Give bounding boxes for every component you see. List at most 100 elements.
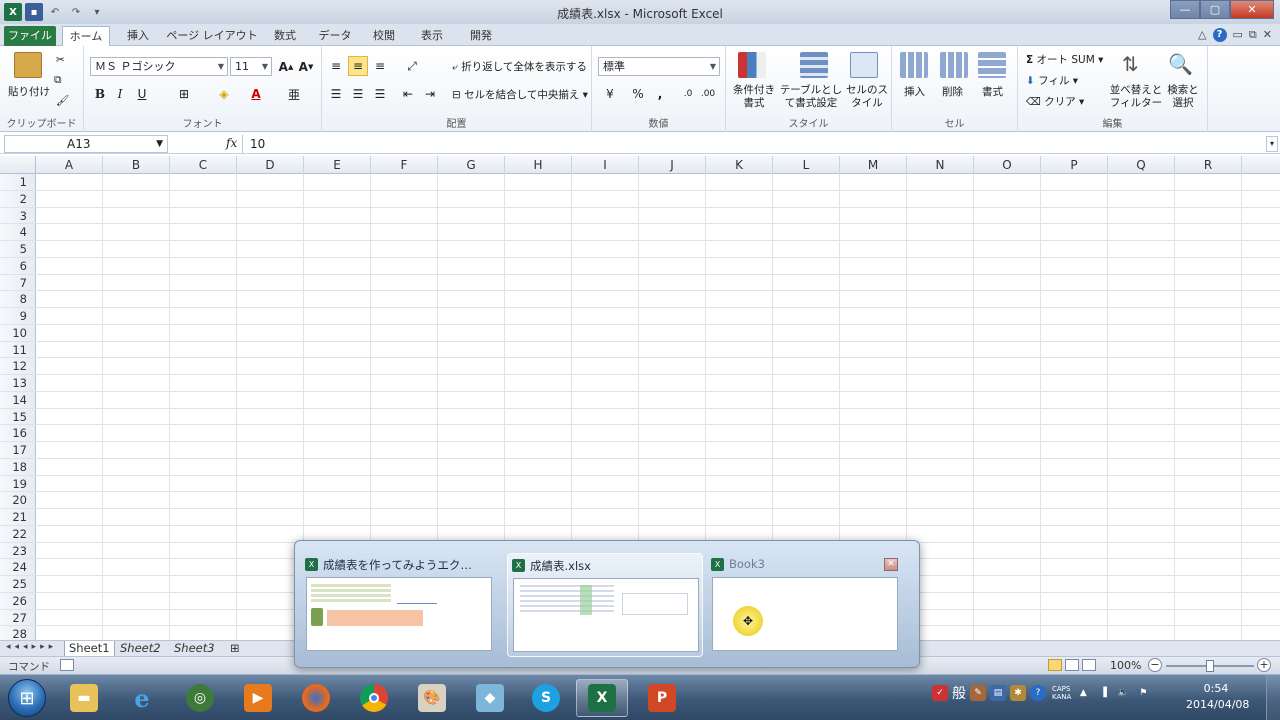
row-header[interactable]: 23: [0, 542, 36, 559]
taskbar-media-player[interactable]: ▶: [232, 679, 284, 717]
show-desktop-button[interactable]: [1266, 675, 1280, 720]
clear-button[interactable]: ⌫ クリア ▾: [1026, 94, 1084, 109]
table-row[interactable]: 1: [0, 174, 1280, 191]
wrap-text-button[interactable]: ⤶ 折り返して全体を表示する: [452, 59, 587, 74]
conditional-format-button[interactable]: 条件付き書式: [732, 84, 776, 110]
fill-button[interactable]: ⬇ フィル ▾: [1026, 73, 1078, 88]
column-header[interactable]: E: [304, 156, 371, 174]
align-middle-icon[interactable]: ≡: [348, 56, 368, 76]
thumbnail-window-2[interactable]: X 成績表.xlsx: [507, 553, 703, 657]
table-row[interactable]: 12: [0, 358, 1280, 375]
table-row[interactable]: 14: [0, 391, 1280, 409]
zoom-out-icon[interactable]: −: [1148, 658, 1162, 672]
accounting-format-icon[interactable]: ¥: [600, 84, 620, 104]
insert-cells-button[interactable]: 挿入: [904, 84, 925, 99]
tab-page-layout[interactable]: ページ レイアウト: [166, 26, 258, 46]
name-box[interactable]: A13 ▼: [4, 135, 168, 153]
start-button[interactable]: ⊞: [8, 679, 46, 717]
table-row[interactable]: 18: [0, 458, 1280, 476]
expand-formula-bar-icon[interactable]: ▾: [1266, 136, 1278, 152]
row-header[interactable]: 11: [0, 341, 36, 358]
column-header[interactable]: I: [572, 156, 639, 174]
formula-input[interactable]: 10: [242, 135, 1266, 153]
column-header[interactable]: M: [840, 156, 907, 174]
row-header[interactable]: 26: [0, 592, 36, 609]
taskbar-chrome[interactable]: [348, 679, 400, 717]
row-header[interactable]: 12: [0, 358, 36, 374]
column-header[interactable]: J: [639, 156, 706, 174]
taskbar-app[interactable]: ◎: [174, 679, 226, 717]
column-header[interactable]: F: [371, 156, 438, 174]
percent-style-icon[interactable]: %: [628, 84, 648, 104]
phonetic-icon[interactable]: 亜: [284, 84, 304, 104]
fill-color-icon[interactable]: ◈: [214, 84, 234, 104]
ime-dict-icon[interactable]: ▤: [990, 685, 1006, 701]
decrease-indent-icon[interactable]: ⇤: [398, 84, 418, 104]
row-header[interactable]: 6: [0, 257, 36, 274]
increase-decimal-icon[interactable]: .0: [678, 84, 698, 104]
thumbnail-window-1[interactable]: X 成績表を作ってみようエクセ...: [301, 553, 497, 657]
comma-style-icon[interactable]: ,: [650, 84, 670, 104]
paste-button[interactable]: 貼り付け: [8, 84, 50, 99]
column-header[interactable]: B: [103, 156, 170, 174]
insert-function-icon[interactable]: fx: [226, 136, 237, 150]
row-header[interactable]: 10: [0, 324, 36, 341]
tab-developer[interactable]: 開発: [460, 26, 502, 46]
tab-data[interactable]: データ: [312, 26, 358, 46]
table-row[interactable]: 17: [0, 442, 1280, 459]
thumbnail-window-3[interactable]: X Book3 ✕ ✥: [707, 553, 903, 657]
doc-restore-icon[interactable]: ⧉: [1249, 28, 1257, 42]
column-header[interactable]: G: [438, 156, 505, 174]
ime-settings-icon[interactable]: ✱: [1010, 685, 1026, 701]
row-header[interactable]: 21: [0, 509, 36, 525]
format-as-table-button[interactable]: テーブルとして書式設定: [778, 84, 844, 110]
align-right-icon[interactable]: ☰: [370, 84, 390, 104]
taskbar-internet-explorer[interactable]: e: [116, 679, 168, 717]
page-layout-view-icon[interactable]: [1065, 659, 1079, 671]
taskbar-firefox[interactable]: [290, 679, 342, 717]
taskbar-paint[interactable]: 🎨: [406, 679, 458, 717]
sheet-tab-sheet1[interactable]: Sheet1: [64, 641, 115, 656]
table-row[interactable]: 10: [0, 324, 1280, 342]
close-button[interactable]: ✕: [1230, 0, 1274, 19]
macro-record-icon[interactable]: [60, 659, 74, 671]
sheet-nav-icons[interactable]: ◂◂◂▸▸▸: [6, 642, 57, 652]
find-select-button[interactable]: 検索と選択: [1164, 84, 1202, 110]
sheet-tab-sheet2[interactable]: Sheet2: [116, 641, 165, 656]
volume-icon[interactable]: 🔈: [1115, 685, 1131, 701]
tab-file[interactable]: ファイル: [4, 26, 56, 46]
number-format-combo[interactable]: 標準 ▼: [598, 57, 720, 76]
delete-cells-button[interactable]: 削除: [942, 84, 963, 99]
page-break-view-icon[interactable]: [1082, 659, 1096, 671]
table-row[interactable]: 16: [0, 425, 1280, 442]
taskbar-skype[interactable]: S: [520, 679, 572, 717]
sort-filter-icon[interactable]: ⇅: [1122, 52, 1139, 76]
copy-icon[interactable]: ⧉: [54, 74, 62, 87]
thumbnail-close-icon[interactable]: ✕: [884, 558, 898, 571]
taskbar-explorer[interactable]: ▬: [58, 679, 110, 717]
table-row[interactable]: 8: [0, 291, 1280, 308]
find-select-icon[interactable]: 🔍: [1168, 52, 1193, 76]
sort-filter-button[interactable]: 並べ替えとフィルター: [1108, 84, 1164, 110]
tab-review[interactable]: 校閲: [364, 26, 404, 46]
clock[interactable]: 0:54 2014/04/08: [1186, 681, 1249, 713]
column-header[interactable]: D: [237, 156, 304, 174]
select-all-corner[interactable]: [0, 156, 36, 174]
table-row[interactable]: 6: [0, 257, 1280, 275]
table-row[interactable]: 4: [0, 224, 1280, 241]
ime-help-icon[interactable]: ?: [1030, 685, 1046, 701]
help-icon[interactable]: ?: [1212, 28, 1227, 42]
column-header[interactable]: A: [36, 156, 103, 174]
table-row[interactable]: 21: [0, 509, 1280, 526]
merge-center-button[interactable]: ⊟ セルを結合して中央揃え ▾: [452, 87, 588, 102]
row-header[interactable]: 9: [0, 308, 36, 324]
column-header[interactable]: L: [773, 156, 840, 174]
column-header[interactable]: P: [1041, 156, 1108, 174]
table-row[interactable]: 9: [0, 308, 1280, 325]
row-header[interactable]: 1: [0, 174, 36, 190]
show-hidden-icons[interactable]: ▲: [1075, 685, 1091, 701]
table-row[interactable]: 7: [0, 274, 1280, 292]
row-header[interactable]: 25: [0, 576, 36, 592]
row-header[interactable]: 14: [0, 391, 36, 408]
tab-view[interactable]: 表示: [412, 26, 452, 46]
